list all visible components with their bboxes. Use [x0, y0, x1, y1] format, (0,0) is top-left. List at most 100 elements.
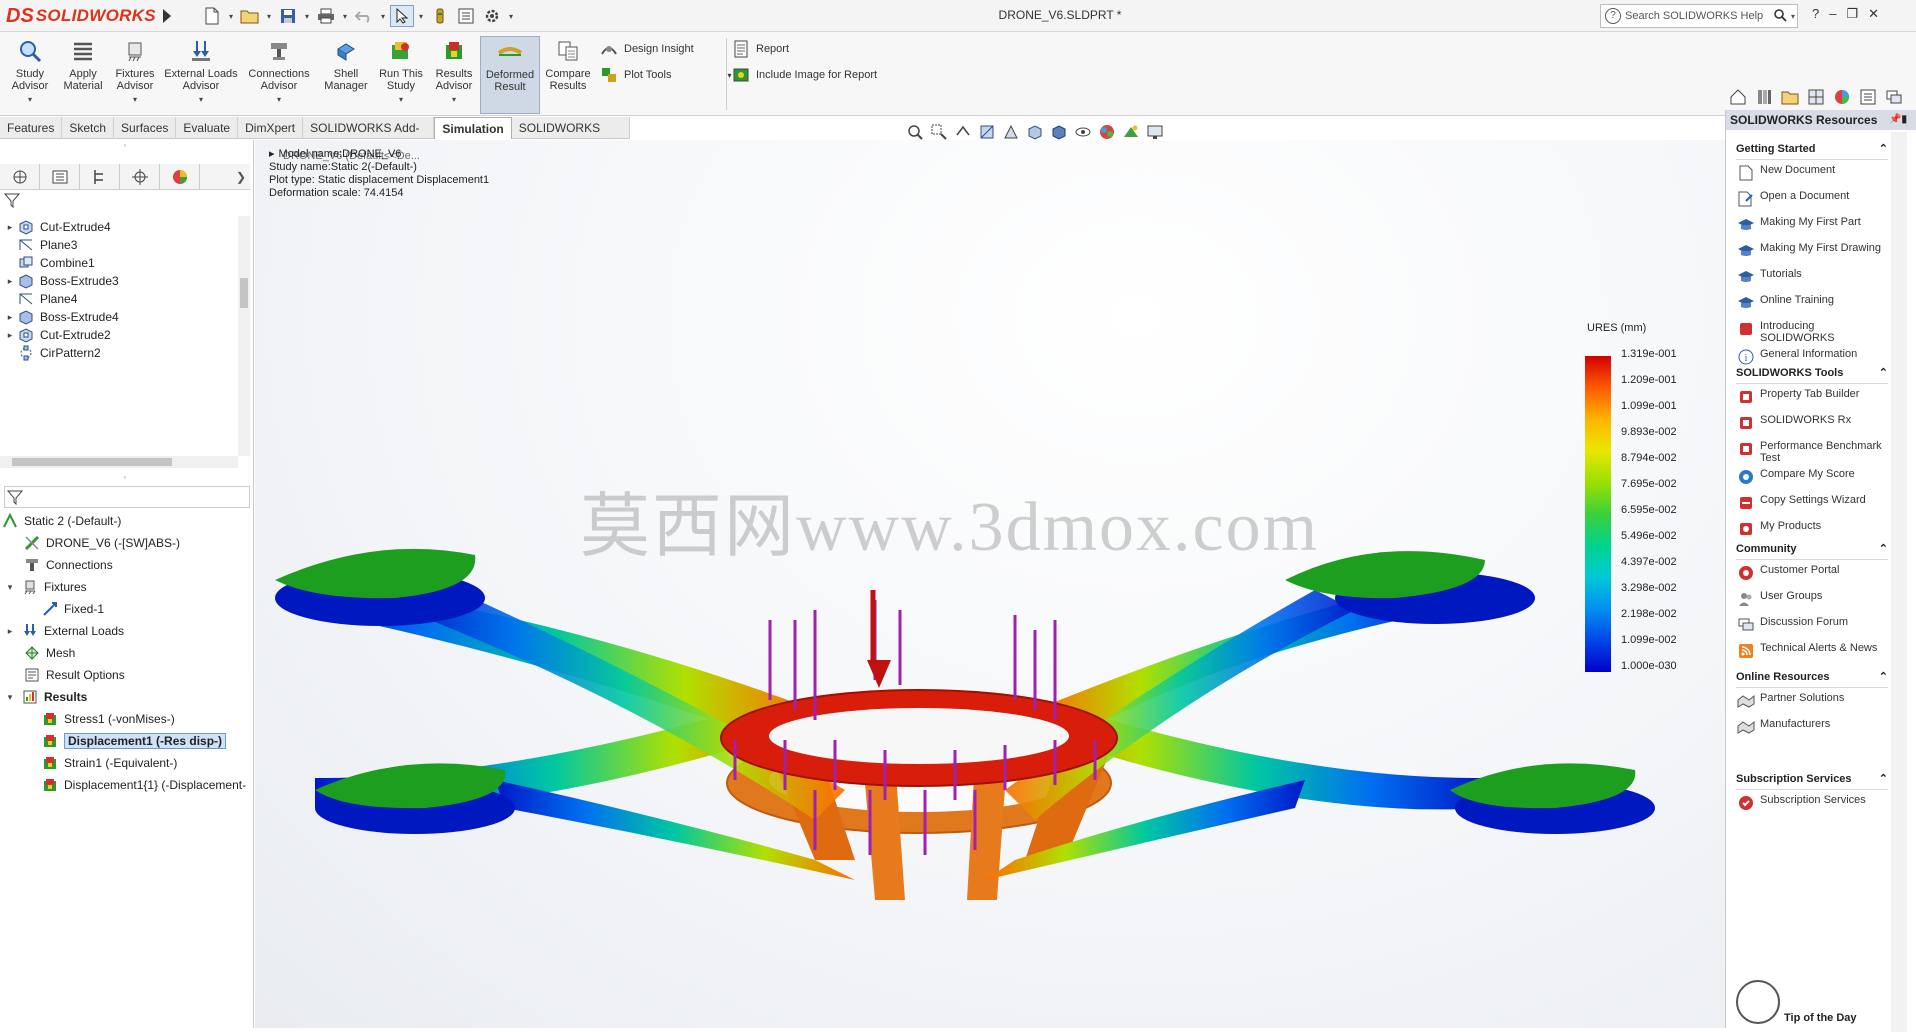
save-dropdown-icon[interactable]: ▾ — [302, 5, 312, 27]
link-partner-solutions[interactable]: Partner Solutions — [1736, 688, 1888, 714]
report-button[interactable]: Report — [732, 38, 789, 60]
property-manager-tab-icon[interactable] — [40, 164, 80, 190]
result-displacement1[interactable]: Displacement1 (-Res disp-) — [40, 730, 227, 752]
drone-frame-model[interactable] — [255, 140, 1725, 1028]
tab-addins[interactable]: SOLIDWORKS Add-Ins — [303, 117, 435, 157]
rebuild-icon[interactable] — [428, 5, 452, 27]
section-header[interactable]: Online Resources ⌃ — [1736, 666, 1888, 688]
result-strain1[interactable]: Strain1 (-Equivalent-) — [40, 752, 177, 774]
pin-icon[interactable]: 📌▮ — [1889, 110, 1916, 130]
study-advisor-button[interactable]: Study Advisor ▾ — [8, 36, 52, 114]
zoom-to-fit-icon[interactable] — [905, 122, 925, 142]
link-subscription-services[interactable]: Subscription Services — [1736, 790, 1888, 816]
study-results-folder[interactable]: ▾ Results — [4, 686, 88, 708]
print-dropdown-icon[interactable]: ▾ — [340, 5, 350, 27]
link-property-tab-builder[interactable]: Property Tab Builder — [1736, 384, 1888, 410]
feature-tree-vertical-scrollbar[interactable] — [238, 216, 250, 456]
tree-item-cirpattern2[interactable]: CirPattern2 — [4, 342, 101, 364]
undo-icon[interactable] — [352, 5, 376, 27]
study-mesh[interactable]: Mesh — [22, 642, 75, 664]
section-header[interactable]: Community ⌃ — [1736, 538, 1888, 560]
connections-dropdown-icon[interactable]: ▾ — [277, 94, 281, 106]
section-header[interactable]: Subscription Services ⌃ — [1736, 768, 1888, 790]
help-search-box[interactable]: ? Search SOLIDWORKS Help ▾ — [1600, 4, 1798, 28]
hide-show-items-icon[interactable] — [1073, 122, 1093, 142]
collapse-chevron-icon[interactable]: ⌃ — [1879, 666, 1888, 687]
print-icon[interactable] — [314, 5, 338, 27]
select-dropdown-icon[interactable]: ▾ — [416, 5, 426, 27]
compare-results-button[interactable]: Compare Results — [544, 36, 592, 114]
display-manager-tab-icon[interactable] — [160, 164, 200, 190]
study-fixtures[interactable]: ▾ Fixtures — [4, 576, 87, 598]
new-document-icon[interactable] — [200, 5, 224, 27]
study-external-loads[interactable]: ▸ External Loads — [4, 620, 124, 642]
link-copy-settings-wizard[interactable]: Copy Settings Wizard — [1736, 490, 1888, 516]
section-header[interactable]: Getting Started ⌃ — [1736, 138, 1888, 160]
expand-arrow-icon[interactable]: ▸ — [4, 222, 16, 233]
link-first-part[interactable]: Making My First Part — [1736, 212, 1888, 238]
link-customer-portal[interactable]: Customer Portal — [1736, 560, 1888, 586]
result-displacement1-1[interactable]: Displacement1{1} (-Displacement- — [40, 774, 246, 796]
close-button[interactable]: ✕ — [1868, 6, 1879, 22]
tab-sketch[interactable]: Sketch — [62, 117, 115, 139]
result-stress1[interactable]: Stress1 (-vonMises-) — [40, 708, 175, 730]
tab-dimxpert[interactable]: DimXpert — [238, 117, 304, 139]
solidworks-forum-icon[interactable] — [1883, 86, 1905, 108]
collapse-arrow-icon[interactable]: ▾ — [4, 692, 16, 703]
section-header[interactable]: SOLIDWORKS Tools ⌃ — [1736, 362, 1888, 384]
previous-view-icon[interactable] — [953, 122, 973, 142]
link-compare-my-score[interactable]: Compare My Score — [1736, 464, 1888, 490]
dimxpert-manager-tab-icon[interactable] — [120, 164, 160, 190]
section-view-icon[interactable] — [977, 122, 997, 142]
home-icon[interactable] — [1727, 86, 1749, 108]
open-folder-icon[interactable] — [238, 5, 262, 27]
new-dropdown-icon[interactable]: ▾ — [226, 5, 236, 27]
collapse-chevron-icon[interactable]: ⌃ — [1879, 768, 1888, 789]
help-search-input[interactable]: Search SOLIDWORKS Help — [1625, 10, 1769, 22]
link-tutorials[interactable]: Tutorials — [1736, 264, 1888, 290]
include-image-button[interactable]: Include Image for Report — [732, 64, 877, 86]
connections-advisor-button[interactable]: Connections Advisor ▾ — [246, 36, 312, 114]
study-part-drone-v6[interactable]: DRONE_V6 (-[SW]ABS-) — [22, 532, 180, 554]
link-online-training[interactable]: Online Training — [1736, 290, 1888, 316]
more-tabs-chevron-icon[interactable]: ❯ — [200, 164, 250, 189]
design-library-icon[interactable] — [1753, 86, 1775, 108]
study-advisor-dropdown-icon[interactable]: ▾ — [28, 94, 32, 106]
deformed-result-button[interactable]: Deformed Result — [480, 36, 540, 114]
apply-material-button[interactable]: Apply Material — [60, 36, 106, 114]
link-solidworks-rx[interactable]: SOLIDWORKS Rx — [1736, 410, 1888, 436]
tip-of-the-day[interactable]: Tip of the Day — [1736, 980, 1857, 1024]
plot-tools-dropdown-icon[interactable]: ▾ — [728, 71, 732, 80]
collapse-chevron-icon[interactable]: ⌃ — [1879, 538, 1888, 559]
apply-scene-icon[interactable] — [1121, 122, 1141, 142]
zoom-area-icon[interactable] — [929, 122, 949, 142]
task-pane-scrollbar[interactable] — [1891, 132, 1907, 1032]
configuration-manager-tab-icon[interactable] — [80, 164, 120, 190]
scrollbar-thumb[interactable] — [240, 278, 248, 308]
study-static-2[interactable]: Static 2 (-Default-) — [0, 510, 121, 532]
link-new-document[interactable]: New Document — [1736, 160, 1888, 186]
link-technical-alerts[interactable]: Technical Alerts & News — [1736, 638, 1888, 664]
tab-mbd[interactable]: SOLIDWORKS MBD — [512, 117, 630, 157]
link-discussion-forum[interactable]: Discussion Forum — [1736, 612, 1888, 638]
save-icon[interactable] — [276, 5, 300, 27]
feature-tree-horizontal-scrollbar[interactable] — [0, 456, 238, 468]
tab-surfaces[interactable]: Surfaces — [114, 117, 177, 139]
select-cursor-icon[interactable] — [390, 5, 414, 27]
tab-evaluate[interactable]: Evaluate — [176, 117, 239, 139]
link-introducing-solidworks[interactable]: Introducing SOLIDWORKS — [1736, 316, 1888, 344]
results-advisor-button[interactable]: Results Advisor ▾ — [432, 36, 476, 114]
feature-manager-tab-icon[interactable] — [0, 164, 40, 190]
design-insight-button[interactable]: Design Insight — [600, 38, 694, 60]
options-dropdown-icon[interactable]: ▾ — [506, 5, 516, 27]
plot-tools-button[interactable]: Plot Tools ▾ — [600, 64, 732, 86]
study-result-options[interactable]: Result Options — [22, 664, 125, 686]
custom-properties-icon[interactable] — [1857, 86, 1879, 108]
results-advisor-dropdown-icon[interactable]: ▾ — [452, 94, 456, 106]
search-magnifier-icon[interactable] — [1769, 8, 1791, 25]
help-button[interactable]: ? — [1812, 6, 1819, 22]
file-properties-icon[interactable] — [454, 5, 478, 27]
run-study-dropdown-icon[interactable]: ▾ — [399, 94, 403, 106]
view-palette-icon[interactable] — [1805, 86, 1827, 108]
pane-grip[interactable]: ◦ — [0, 140, 250, 152]
